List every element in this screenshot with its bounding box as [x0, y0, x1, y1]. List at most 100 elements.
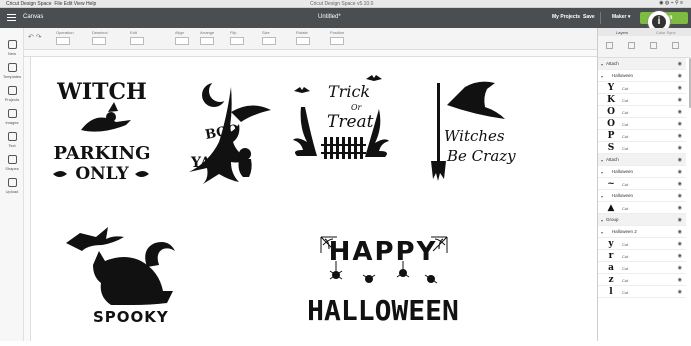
nav-text[interactable]: Text: [0, 132, 24, 148]
layer-list: ▾ Attach ◉ ▾ Halloween ◉ Y Cut ◉ K Cut ◉ O Cut ◉ O Cut ◉ P…: [598, 58, 686, 298]
toolbar-control[interactable]: [175, 37, 189, 45]
visibility-icon[interactable]: ◉: [678, 61, 682, 67]
toolbar-group[interactable]: Deselect: [92, 30, 108, 45]
toolbar-group[interactable]: Operation: [56, 30, 74, 45]
visibility-icon[interactable]: ◉: [678, 121, 682, 127]
shirt-icon: [7, 63, 17, 72]
layer-name: Halloween 2: [612, 229, 637, 234]
visibility-icon[interactable]: ◉: [678, 97, 682, 103]
layer-row[interactable]: ▾ Attach ◉: [598, 58, 686, 70]
happy-halloween-design[interactable]: HAPPY HALLOWEEN: [307, 236, 459, 327]
layer-row[interactable]: P Cut ◉: [598, 130, 686, 142]
layer-row[interactable]: a Cut ◉: [598, 262, 686, 274]
layer-row[interactable]: l Cut ◉: [598, 286, 686, 298]
layer-row[interactable]: K Cut ◉: [598, 94, 686, 106]
layer-row[interactable]: ▾ Group ◉: [598, 214, 686, 226]
expand-caret-icon[interactable]: ▾: [601, 170, 603, 175]
visibility-icon[interactable]: ◉: [678, 109, 682, 115]
layer-row[interactable]: Y Cut ◉: [598, 82, 686, 94]
toolbar-control[interactable]: [130, 37, 144, 45]
boo-yall-design[interactable]: BOO YALL: [189, 80, 271, 184]
layer-row[interactable]: ▲ Cut ◉: [598, 202, 686, 214]
trick-or-treat-design[interactable]: Trick Or Treat: [293, 75, 389, 159]
expand-caret-icon[interactable]: ▾: [601, 74, 603, 79]
nav-new[interactable]: New: [0, 40, 24, 56]
layer-row[interactable]: ▾ Halloween 2 ◉: [598, 226, 686, 238]
save-button[interactable]: Save: [583, 14, 595, 20]
expand-caret-icon[interactable]: ▾: [601, 230, 603, 235]
toolbar-group[interactable]: Position: [330, 30, 344, 45]
visibility-icon[interactable]: ◉: [678, 289, 682, 295]
visibility-icon[interactable]: ◉: [678, 193, 682, 199]
toolbar-control[interactable]: [230, 37, 244, 45]
expand-caret-icon[interactable]: ▾: [601, 218, 603, 223]
layer-row[interactable]: S Cut ◉: [598, 142, 686, 154]
duplicate-icon[interactable]: [650, 42, 657, 49]
layer-row[interactable]: y Cut ◉: [598, 238, 686, 250]
visibility-icon[interactable]: ◉: [678, 169, 682, 175]
layer-row[interactable]: ▾ Halloween ◉: [598, 70, 686, 82]
visibility-icon[interactable]: ◉: [678, 265, 682, 271]
visibility-icon[interactable]: ◉: [678, 253, 682, 259]
nav-shapes[interactable]: Shapes: [0, 155, 24, 171]
witch-parking-design[interactable]: WITCH PARKING ONLY: [53, 79, 151, 184]
toolbar-group[interactable]: Arrange: [200, 30, 214, 45]
visibility-icon[interactable]: ◉: [678, 133, 682, 139]
visibility-icon[interactable]: ◉: [678, 229, 682, 235]
or-text: Or: [351, 103, 363, 112]
toolbar-group[interactable]: Align: [175, 30, 189, 45]
visibility-icon[interactable]: ◉: [678, 181, 682, 187]
visibility-icon[interactable]: ◉: [678, 157, 682, 163]
witches-be-crazy-design[interactable]: Witches Be Crazy: [431, 81, 516, 181]
layer-row[interactable]: ▾ Attach ◉: [598, 154, 686, 166]
nav-upload[interactable]: Upload: [0, 178, 24, 194]
toolbar-group[interactable]: Rotate: [296, 30, 310, 45]
toolbar-control[interactable]: [56, 37, 70, 45]
toolbar-control[interactable]: [296, 37, 310, 45]
layer-row[interactable]: O Cut ◉: [598, 118, 686, 130]
toolbar-control[interactable]: [262, 37, 276, 45]
visibility-icon[interactable]: ◉: [678, 241, 682, 247]
expand-caret-icon[interactable]: ▾: [601, 62, 603, 67]
toolbar-control[interactable]: [200, 37, 214, 45]
visibility-icon[interactable]: ◉: [678, 145, 682, 151]
toolbar-group[interactable]: Flip: [230, 30, 244, 45]
nav-templates[interactable]: Templates: [0, 63, 24, 79]
spooky-cat-design[interactable]: SPOOKY: [66, 227, 175, 326]
group-icon[interactable]: [606, 42, 613, 49]
design-canvas[interactable]: WITCH PARKING ONLY BOO YALL Trick Or Tre…: [31, 57, 597, 341]
visibility-icon[interactable]: ◉: [678, 217, 682, 223]
tab-color-sync[interactable]: Color Sync: [656, 30, 676, 35]
layer-thumbnail: P: [607, 131, 615, 141]
layer-row[interactable]: r Cut ◉: [598, 250, 686, 262]
toolbar-group[interactable]: Edit: [130, 30, 144, 45]
expand-caret-icon[interactable]: ▾: [601, 194, 603, 199]
document-title: Untitled*: [318, 14, 341, 20]
nav-images[interactable]: Images: [0, 109, 24, 125]
visibility-icon[interactable]: ◉: [678, 205, 682, 211]
layer-row[interactable]: ▾ Halloween ◉: [598, 166, 686, 178]
layer-row[interactable]: O Cut ◉: [598, 106, 686, 118]
visibility-icon[interactable]: ◉: [678, 85, 682, 91]
my-projects-button[interactable]: My Projects: [552, 14, 580, 20]
toolbar-control[interactable]: [92, 37, 106, 45]
toolbar-control[interactable]: [330, 37, 344, 45]
nav-projects[interactable]: Projects: [0, 86, 24, 102]
layer-row[interactable]: ▾ Halloween ◉: [598, 190, 686, 202]
visibility-icon[interactable]: ◉: [678, 277, 682, 283]
delete-icon[interactable]: [672, 42, 679, 49]
undo-redo-icons[interactable]: ↶ ↷: [28, 33, 42, 41]
tab-layers[interactable]: Layers: [616, 30, 628, 35]
expand-caret-icon[interactable]: ▾: [601, 158, 603, 163]
menu-icon[interactable]: [7, 14, 16, 21]
system-app-name[interactable]: Cricut Design Space File Edit View Help: [6, 1, 96, 7]
nav-label: Text: [8, 143, 16, 148]
layer-row[interactable]: z Cut ◉: [598, 274, 686, 286]
visibility-icon[interactable]: ◉: [678, 73, 682, 79]
witches-text: Witches: [444, 127, 505, 145]
toolbar-group[interactable]: Size: [262, 30, 276, 45]
ruler-left: [24, 57, 31, 341]
layer-row[interactable]: ~ Cut ◉: [598, 178, 686, 190]
machine-select[interactable]: Maker ▾: [612, 14, 630, 20]
ungroup-icon[interactable]: [628, 42, 635, 49]
